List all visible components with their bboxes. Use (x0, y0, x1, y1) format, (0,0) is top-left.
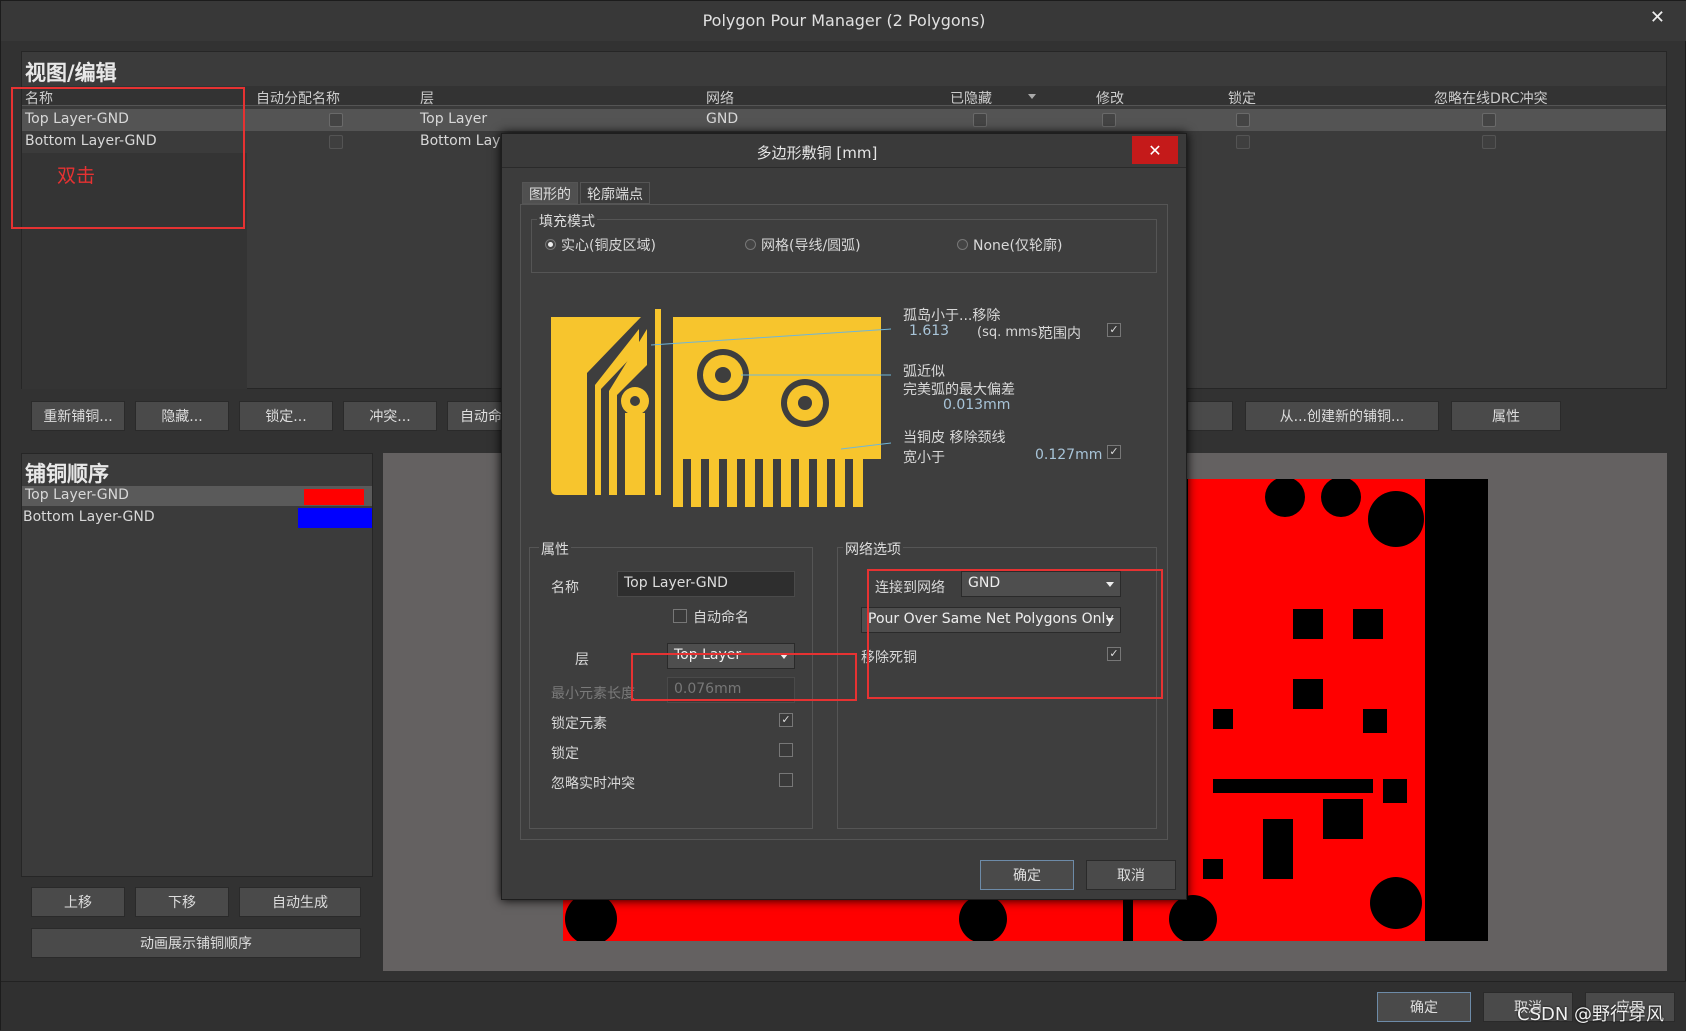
table-header: 名称 自动分配名称 层 网络 已隐藏 修改 锁定 忽略在线DRC冲突 (22, 86, 1666, 108)
none-radio[interactable] (957, 239, 968, 250)
ignore-online-checkbox[interactable] (779, 773, 793, 787)
solid-label: 实心(铜皮区域) (561, 238, 656, 254)
dialog-title-bar: 多边形敷铜 [mm] ✕ (502, 134, 1186, 168)
color-swatch (304, 489, 364, 505)
neck-width-label: 宽小于 (903, 450, 945, 466)
order-name: Top Layer-GND (25, 487, 129, 503)
modified-checkbox[interactable] (1102, 113, 1116, 127)
layer-highlight-box (631, 653, 857, 701)
col-ignore-drc[interactable]: 忽略在线DRC冲突 (1434, 88, 1548, 108)
lock-primitives-checkbox[interactable]: ✓ (779, 713, 793, 727)
solid-pour-illustration (551, 309, 891, 507)
lock-button[interactable]: 锁定... (239, 401, 333, 431)
toolbar-button[interactable] (1187, 401, 1233, 431)
arc-deviation-label: 完美弧的最大偏差 (903, 382, 1015, 398)
locked-checkbox[interactable] (1236, 135, 1250, 149)
row-layer: Top Layer (420, 111, 488, 127)
island-value[interactable]: 1.613 (909, 323, 949, 339)
col-hidden[interactable]: 已隐藏 (950, 88, 992, 108)
move-up-button[interactable]: 上移 (31, 887, 125, 917)
row-net: GND (706, 111, 739, 127)
hatched-label: 网格(导线/圆弧) (761, 238, 861, 254)
lock-checkbox[interactable] (779, 743, 793, 757)
tab-outline-vertices[interactable]: 轮廓端点 (580, 182, 650, 204)
properties-button[interactable]: 属性 (1451, 401, 1561, 431)
col-locked[interactable]: 锁定 (1228, 88, 1256, 108)
repour-button[interactable]: 重新铺铜... (31, 401, 125, 431)
table-row[interactable]: Top Layer-GND Top Layer GND (22, 109, 1666, 131)
arc-value[interactable]: 0.013mm (943, 397, 1010, 413)
solid-radio[interactable] (545, 239, 556, 250)
island-label: 孤岛小于...移除 (903, 308, 1001, 324)
layer-label: 层 (575, 652, 589, 668)
title-bar: Polygon Pour Manager (2 Polygons) ✕ (1, 1, 1686, 41)
window-title: Polygon Pour Manager (2 Polygons) (702, 11, 986, 30)
ignore-drc-checkbox[interactable] (1482, 113, 1496, 127)
island-unit: (sq. mms) (977, 325, 1043, 340)
pour-order-title: 铺铜顺序 (25, 462, 109, 486)
none-label: None(仅轮廓) (973, 238, 1063, 254)
polygon-pour-dialog: 多边形敷铜 [mm] ✕ 图形的 轮廓端点 填充模式 实心(铜皮区域) 网格(导… (501, 133, 1187, 900)
min-length-label: 最小元素长度 (551, 686, 635, 702)
footer-bar: 确定 取消 应用 CSDN @野行穿风 (1, 981, 1686, 1031)
hidden-checkbox[interactable] (973, 113, 987, 127)
double-click-annotation: 双击 (57, 165, 96, 187)
lock-label: 锁定 (551, 746, 579, 762)
island-checkbox[interactable]: ✓ (1107, 323, 1121, 337)
highlight-box (11, 87, 245, 229)
neck-label: 当铜皮 移除颈线 (903, 430, 1006, 446)
create-from-button[interactable]: 从...创建新的铺铜... (1245, 401, 1439, 431)
order-name: Bottom Layer-GND (23, 509, 155, 525)
auto-name-checkbox[interactable] (329, 113, 343, 127)
neck-checkbox[interactable]: ✓ (1107, 445, 1121, 459)
polygon-pour-manager-window: Polygon Pour Manager (2 Polygons) ✕ 视图/编… (0, 0, 1686, 1031)
view-edit-title: 视图/编辑 (25, 61, 117, 85)
name-label: 名称 (551, 580, 579, 596)
net-highlight-box (867, 569, 1163, 699)
auto-name-checkbox[interactable] (329, 135, 343, 149)
close-icon[interactable]: ✕ (1650, 7, 1665, 28)
chevron-down-icon[interactable] (1028, 94, 1036, 99)
name-field[interactable]: Top Layer-GND (617, 571, 795, 597)
ignore-online-label: 忽略实时冲突 (551, 776, 635, 792)
auto-name-checkbox[interactable] (673, 609, 687, 623)
list-item[interactable]: Top Layer-GND (22, 486, 372, 506)
lock-primitives-label: 锁定元素 (551, 716, 607, 732)
dialog-ok-button[interactable]: 确定 (980, 860, 1074, 890)
ignore-drc-checkbox[interactable] (1482, 135, 1496, 149)
tab-graphical[interactable]: 图形的 (522, 182, 578, 204)
ok-button[interactable]: 确定 (1377, 992, 1471, 1022)
pour-order-panel: 铺铜顺序 Top Layer-GND Bottom Layer-GND (21, 453, 373, 877)
island-suffix: 范围内 (1039, 326, 1081, 342)
auto-button[interactable]: 自动命 (447, 401, 507, 431)
hatched-radio[interactable] (745, 239, 756, 250)
watermark: CSDN @野行穿风 (1517, 1004, 1665, 1025)
animate-order-button[interactable]: 动画展示铺铜顺序 (31, 928, 361, 958)
locked-checkbox[interactable] (1236, 113, 1250, 127)
color-swatch (298, 508, 372, 528)
col-auto-name[interactable]: 自动分配名称 (256, 88, 340, 108)
fill-mode-title: 填充模式 (537, 211, 597, 231)
auto-generate-button[interactable]: 自动生成 (239, 887, 361, 917)
auto-name-label: 自动命名 (693, 610, 749, 626)
tab-body: 填充模式 实心(铜皮区域) 网格(导线/圆弧) None(仅轮廓) 孤岛小于..… (520, 204, 1168, 840)
arc-label: 弧近似 (903, 364, 945, 380)
col-layer[interactable]: 层 (420, 88, 434, 108)
list-item[interactable]: Bottom Layer-GND (22, 508, 372, 528)
neck-value[interactable]: 0.127mm (1035, 447, 1102, 463)
properties-title: 属性 (539, 539, 571, 559)
move-down-button[interactable]: 下移 (135, 887, 229, 917)
dialog-close-icon[interactable]: ✕ (1132, 136, 1178, 164)
col-modified[interactable]: 修改 (1096, 88, 1124, 108)
net-options-title: 网络选项 (843, 539, 903, 559)
dialog-title: 多边形敷铜 [mm] (756, 144, 878, 162)
hide-button[interactable]: 隐藏... (135, 401, 229, 431)
violation-button[interactable]: 冲突... (343, 401, 437, 431)
dialog-cancel-button[interactable]: 取消 (1086, 860, 1176, 890)
col-net[interactable]: 网络 (706, 88, 734, 108)
